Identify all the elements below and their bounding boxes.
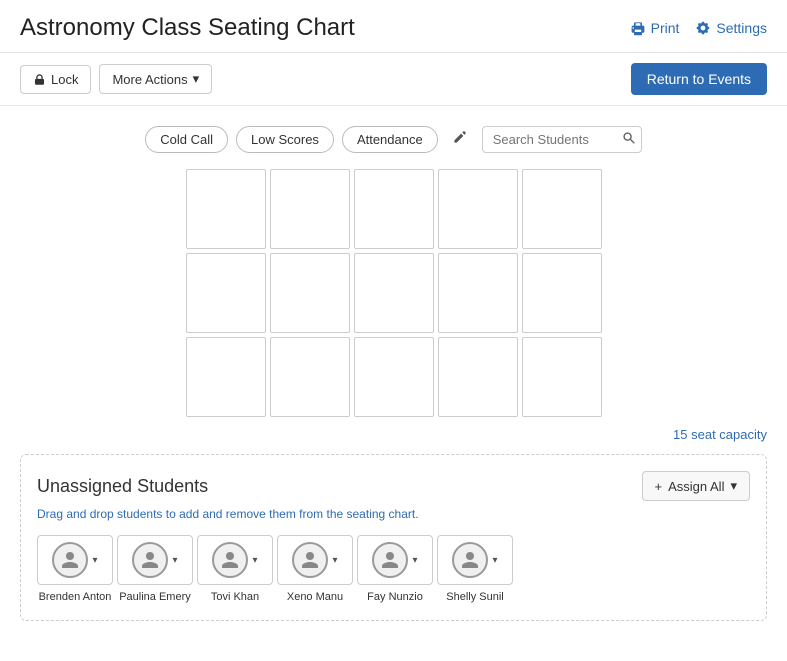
print-icon <box>630 20 646 36</box>
return-to-events-button[interactable]: Return to Events <box>631 63 767 95</box>
student-card: ▾ Paulina Emery <box>117 535 193 604</box>
person-icon <box>220 550 240 570</box>
seat-cell[interactable] <box>354 169 434 249</box>
settings-label: Settings <box>716 20 767 36</box>
student-dropdown-caret[interactable]: ▾ <box>332 555 337 566</box>
student-name: Tovi Khan <box>211 590 259 604</box>
seating-area: Cold Call Low Scores Attendance <box>20 126 767 454</box>
seat-cell[interactable] <box>438 169 518 249</box>
seat-cell[interactable] <box>522 253 602 333</box>
assign-all-plus-icon: + <box>655 479 663 494</box>
student-avatar-row[interactable]: ▾ <box>37 535 113 585</box>
seating-grid <box>186 169 602 417</box>
print-label: Print <box>651 20 680 36</box>
avatar <box>212 542 248 578</box>
pencil-icon <box>452 129 468 145</box>
seat-cell[interactable] <box>270 337 350 417</box>
cold-call-filter[interactable]: Cold Call <box>145 126 228 153</box>
seat-cell[interactable] <box>438 253 518 333</box>
student-name: Paulina Emery <box>119 590 191 604</box>
students-row: ▾ Brenden Anton ▾ Paulina Emery ▾ Tovi Khan ▾ X… <box>37 535 750 604</box>
student-dropdown-caret[interactable]: ▾ <box>92 555 97 566</box>
person-icon <box>460 550 480 570</box>
student-dropdown-caret[interactable]: ▾ <box>172 555 177 566</box>
assign-all-button[interactable]: + Assign All ▾ <box>642 471 751 501</box>
capacity-label: 15 seat capacity <box>347 427 767 442</box>
seat-cell[interactable] <box>186 337 266 417</box>
student-name: Shelly Sunil <box>446 590 503 604</box>
student-dropdown-caret[interactable]: ▾ <box>252 555 257 566</box>
avatar <box>292 542 328 578</box>
student-name: Xeno Manu <box>287 590 343 604</box>
student-card: ▾ Brenden Anton <box>37 535 113 604</box>
student-name: Fay Nunzio <box>367 590 423 604</box>
more-actions-label: More Actions <box>112 72 187 87</box>
seat-cell[interactable] <box>354 253 434 333</box>
assign-all-chevron-icon: ▾ <box>730 478 737 494</box>
student-avatar-row[interactable]: ▾ <box>357 535 433 585</box>
avatar <box>52 542 88 578</box>
seat-cell[interactable] <box>354 337 434 417</box>
lock-label: Lock <box>51 72 78 87</box>
unassigned-title: Unassigned Students <box>37 476 208 497</box>
person-icon <box>140 550 160 570</box>
student-dropdown-caret[interactable]: ▾ <box>412 555 417 566</box>
settings-button[interactable]: Settings <box>695 20 767 36</box>
search-icon <box>622 131 636 145</box>
seat-cell[interactable] <box>270 253 350 333</box>
student-avatar-row[interactable]: ▾ <box>117 535 193 585</box>
student-name: Brenden Anton <box>39 590 112 604</box>
person-icon <box>300 550 320 570</box>
search-container <box>482 126 642 153</box>
seat-cell[interactable] <box>438 337 518 417</box>
edit-filters-button[interactable] <box>446 127 474 152</box>
more-actions-button[interactable]: More Actions ▾ <box>99 64 212 94</box>
more-actions-chevron-icon: ▾ <box>193 71 200 87</box>
student-card: ▾ Shelly Sunil <box>437 535 513 604</box>
search-students-input[interactable] <box>482 126 642 153</box>
print-button[interactable]: Print <box>630 20 680 36</box>
seat-cell[interactable] <box>270 169 350 249</box>
toolbar: Lock More Actions ▾ Return to Events <box>0 53 787 106</box>
lock-icon <box>33 73 46 86</box>
header: Astronomy Class Seating Chart Print Sett… <box>0 0 787 106</box>
toolbar-left: Lock More Actions ▾ <box>20 64 212 94</box>
low-scores-filter[interactable]: Low Scores <box>236 126 334 153</box>
attendance-filter[interactable]: Attendance <box>342 126 438 153</box>
person-icon <box>380 550 400 570</box>
student-card: ▾ Xeno Manu <box>277 535 353 604</box>
student-card: ▾ Tovi Khan <box>197 535 273 604</box>
header-actions: Print Settings <box>630 20 767 36</box>
lock-button[interactable]: Lock <box>20 65 91 94</box>
search-button[interactable] <box>622 131 636 148</box>
seat-cell[interactable] <box>186 253 266 333</box>
main-content: Cold Call Low Scores Attendance <box>0 106 787 661</box>
seat-cell[interactable] <box>522 337 602 417</box>
gear-icon <box>695 20 711 36</box>
student-card: ▾ Fay Nunzio <box>357 535 433 604</box>
assign-all-label: Assign All <box>668 479 724 494</box>
avatar <box>452 542 488 578</box>
drag-drop-hint: Drag and drop students to add and remove… <box>37 507 750 521</box>
avatar <box>132 542 168 578</box>
unassigned-section: Unassigned Students + Assign All ▾ Drag … <box>20 454 767 621</box>
filter-bar: Cold Call Low Scores Attendance <box>145 126 641 153</box>
student-dropdown-caret[interactable]: ▾ <box>492 555 497 566</box>
student-avatar-row[interactable]: ▾ <box>277 535 353 585</box>
student-avatar-row[interactable]: ▾ <box>197 535 273 585</box>
seat-cell[interactable] <box>186 169 266 249</box>
seat-cell[interactable] <box>522 169 602 249</box>
page-title: Astronomy Class Seating Chart <box>20 14 355 42</box>
student-avatar-row[interactable]: ▾ <box>437 535 513 585</box>
return-label: Return to Events <box>647 71 751 87</box>
unassigned-header: Unassigned Students + Assign All ▾ <box>37 471 750 501</box>
avatar <box>372 542 408 578</box>
person-icon <box>60 550 80 570</box>
